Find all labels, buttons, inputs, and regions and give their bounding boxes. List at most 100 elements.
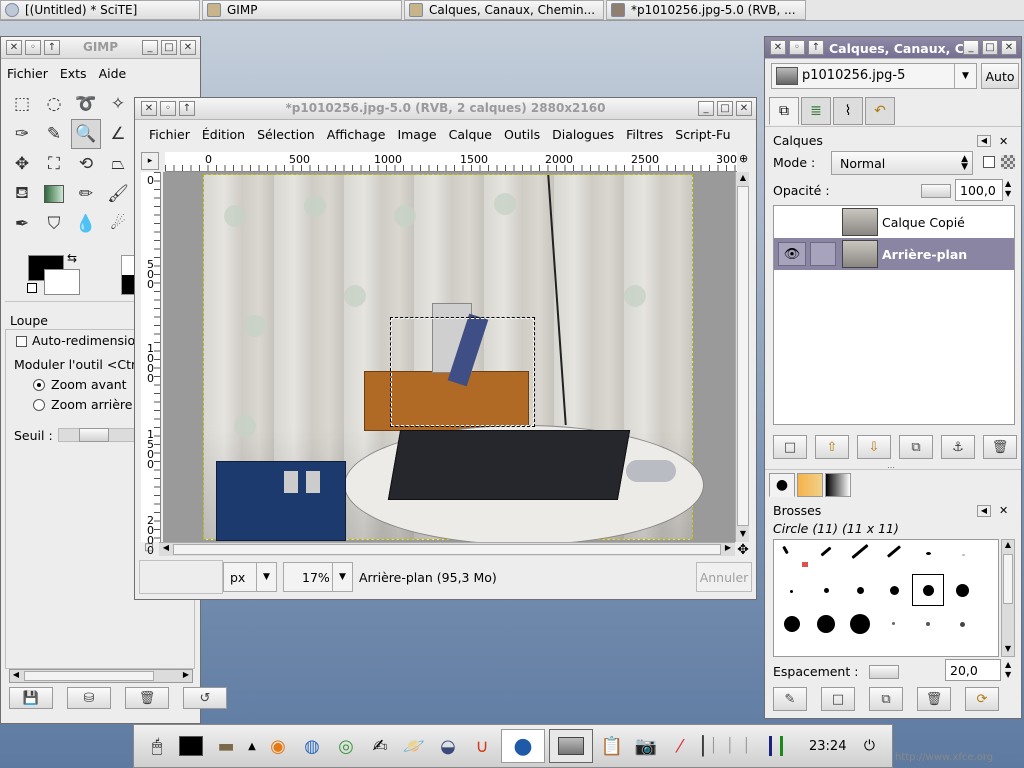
menu-outils[interactable]: Outils (504, 127, 540, 142)
ellipse-select-icon[interactable]: ◌ (39, 89, 69, 119)
clone-icon[interactable]: ⛉ (39, 209, 69, 239)
brush-item[interactable] (782, 545, 789, 555)
xfce-menu-icon[interactable]: 🖱 (142, 731, 172, 761)
zoom-icon[interactable]: 🔍 (71, 119, 101, 149)
image-menu-arrow-icon[interactable]: ▸ (141, 152, 159, 170)
menu-selection[interactable]: Sélection (257, 127, 315, 142)
minimize-button[interactable]: _ (963, 40, 979, 55)
path-icon[interactable]: ✑ (7, 119, 37, 149)
browser-icon[interactable]: ◎ (331, 731, 361, 761)
opacity-slider[interactable] (921, 184, 951, 198)
dock-grip-icon[interactable]: ⋯ (887, 463, 895, 472)
rect-select-icon[interactable]: ⬚ (7, 89, 37, 119)
taskbar-item-layers[interactable]: Calques, Canaux, Chemin... (404, 0, 604, 20)
restore-options-icon[interactable]: ⛁ (67, 687, 111, 709)
opacity-spin-icon[interactable]: ▲ ▼ (1005, 179, 1011, 199)
layer-row-calque-copie[interactable]: Calque Copié (774, 206, 1014, 238)
magic-wand-icon[interactable]: ✧ (103, 89, 133, 119)
menu-exts[interactable]: Exts (60, 66, 87, 81)
menu-image[interactable]: Image (397, 127, 436, 142)
eye-icon[interactable]: 👁 (778, 242, 806, 266)
new-brush-icon[interactable]: □ (821, 687, 855, 711)
chain-toggle[interactable] (810, 242, 836, 266)
menu-fichier[interactable]: Fichier (149, 127, 190, 142)
brush-item[interactable] (824, 588, 829, 593)
close-tab-icon[interactable]: ✕ (999, 135, 1008, 148)
planet-icon[interactable]: 🪐 (399, 731, 429, 761)
rect-selection[interactable] (390, 317, 535, 427)
menu-edition[interactable]: Édition (202, 127, 245, 142)
smudge-icon[interactable]: ☄ (103, 209, 133, 239)
magnet-icon[interactable]: ∪ (467, 731, 497, 761)
brush-item[interactable] (802, 562, 808, 567)
brush-item[interactable] (850, 614, 870, 634)
navigate-icon[interactable]: ✥ (735, 542, 751, 558)
maximize-button[interactable]: □ (982, 40, 998, 55)
thunderbird-icon[interactable]: ◍ (297, 731, 327, 761)
patterns-tab-icon[interactable] (797, 473, 823, 497)
pen-icon[interactable]: ⁄ (665, 731, 695, 761)
close-button[interactable]: ✕ (736, 101, 752, 116)
brushes-scrollbar[interactable]: ▲ ▼ (1001, 539, 1015, 657)
mode-select[interactable]: Normal ▲ ▼ (831, 151, 973, 175)
quick-mask-icon[interactable]: □ (141, 542, 157, 558)
reset-options-icon[interactable]: ↺ (183, 687, 227, 709)
minimize-button[interactable]: _ (698, 101, 714, 116)
lasso-icon[interactable]: ➰ (71, 89, 101, 119)
ink-icon[interactable]: ✒ (7, 209, 37, 239)
brush-item[interactable] (890, 586, 899, 595)
file-manager-icon[interactable]: ▬ (211, 731, 241, 761)
cancel-button[interactable]: Annuler (696, 562, 752, 592)
maximize-button[interactable]: □ (161, 40, 177, 55)
delete-layer-icon[interactable]: 🗑 (983, 435, 1017, 459)
gradients-tab-icon[interactable] (825, 473, 851, 497)
selected-brush[interactable] (912, 574, 944, 606)
zoom-select[interactable]: 17% ▼ (283, 562, 353, 592)
brush-item[interactable] (962, 554, 965, 556)
minimize-button[interactable]: _ (142, 40, 158, 55)
default-colors-icon[interactable] (27, 283, 37, 293)
unit-select[interactable]: px ▼ (223, 562, 277, 592)
measure-icon[interactable]: ∠ (103, 119, 133, 149)
tab-menu-icon[interactable]: ◀ (977, 135, 991, 147)
menu-dialogues[interactable]: Dialogues (552, 127, 614, 142)
paths-tab-icon[interactable]: ⌇ (833, 97, 863, 125)
firefox-icon[interactable]: ◉ (263, 731, 293, 761)
screenshot-icon[interactable]: 📷 (631, 731, 661, 761)
brush-item[interactable] (960, 622, 965, 627)
edit-brush-icon[interactable]: ✎ (773, 687, 807, 711)
menu-affichage[interactable]: Affichage (327, 127, 386, 142)
close-tab-icon[interactable]: ✕ (999, 504, 1008, 517)
brush-item[interactable] (926, 622, 930, 626)
menu-filtres[interactable]: Filtres (626, 127, 663, 142)
brush-icon[interactable]: 🖌 (103, 179, 133, 209)
auto-resize-checkbox[interactable] (16, 336, 27, 347)
tab-menu-icon[interactable]: ◀ (977, 505, 991, 517)
menu-script-fu[interactable]: Script-Fu (675, 127, 730, 142)
keep-transparency-checkbox[interactable] (983, 156, 995, 168)
taskbar-item-image[interactable]: *p1010256.jpg-5.0 (RVB, ... (606, 0, 806, 20)
launcher-arrow-icon[interactable]: ▲ (245, 731, 259, 761)
channels-tab-icon[interactable]: ≣ (801, 97, 831, 125)
close-button[interactable]: ✕ (180, 40, 196, 55)
background-color-swatch[interactable] (44, 269, 80, 295)
window-menu-button[interactable]: ✕ (770, 40, 786, 55)
image-canvas[interactable] (163, 172, 735, 545)
color-picker-icon[interactable]: ✎ (39, 119, 69, 149)
layers-tab-icon[interactable]: ⧉ (769, 97, 799, 125)
shade-button[interactable]: ↑ (808, 40, 824, 55)
brush-item[interactable] (926, 552, 931, 555)
refresh-brushes-icon[interactable]: ⟳ (965, 687, 999, 711)
workspace-2[interactable] (549, 729, 593, 763)
taskbar-item-gimp[interactable]: GIMP (202, 0, 402, 20)
threshold-slider[interactable] (58, 428, 138, 442)
menu-aide[interactable]: Aide (99, 66, 127, 81)
brush-item[interactable] (956, 584, 969, 597)
zoom-out-radio[interactable] (33, 399, 45, 411)
rotate-icon[interactable]: ⟲ (71, 149, 101, 179)
spacing-slider[interactable] (869, 665, 899, 679)
raise-layer-icon[interactable]: ⇧ (815, 435, 849, 459)
terminal-icon[interactable] (179, 736, 203, 756)
brushes-tab-icon[interactable]: ● (769, 473, 795, 497)
maximize-button[interactable]: □ (717, 101, 733, 116)
